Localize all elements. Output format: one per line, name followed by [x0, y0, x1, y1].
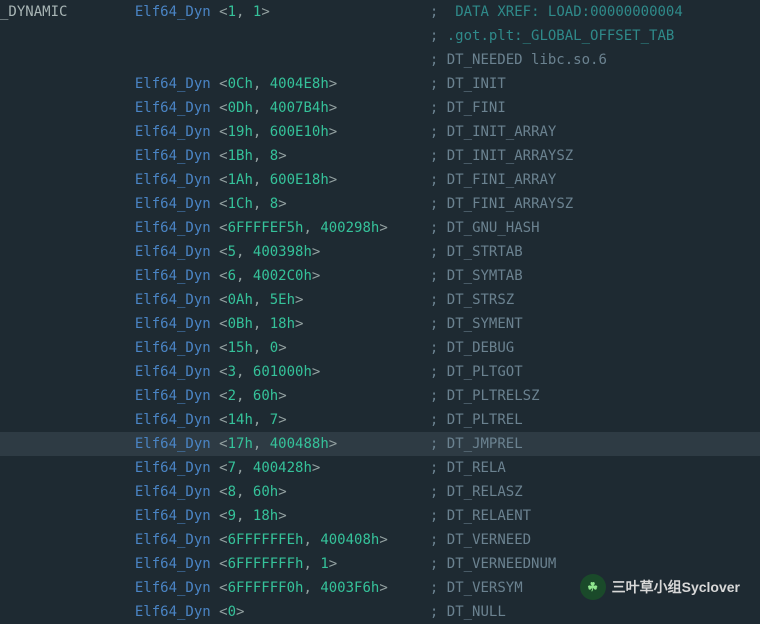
code-line[interactable]: Elf64_Dyn <0Bh, 18h> ; DT_SYMENT: [0, 312, 760, 336]
code-line[interactable]: Elf64_Dyn <6, 4002C0h> ; DT_SYMTAB: [0, 264, 760, 288]
code-line[interactable]: Elf64_Dyn <6FFFFEF5h, 400298h> ; DT_GNU_…: [0, 216, 760, 240]
code-line[interactable]: Elf64_Dyn <14h, 7> ; DT_PLTREL: [0, 408, 760, 432]
code-line[interactable]: Elf64_Dyn <1Ah, 600E18h> ; DT_FINI_ARRAY: [0, 168, 760, 192]
code-lines: _DYNAMIC Elf64_Dyn <1, 1> ; DATA XREF: L…: [0, 0, 760, 624]
code-line[interactable]: Elf64_Dyn <6FFFFFF0h, 4003F6h> ; DT_VERS…: [0, 576, 760, 600]
code-line[interactable]: ; DT_NEEDED libc.so.6: [0, 48, 760, 72]
code-line[interactable]: Elf64_Dyn <9, 18h> ; DT_RELAENT: [0, 504, 760, 528]
code-line[interactable]: Elf64_Dyn <8, 60h> ; DT_RELASZ: [0, 480, 760, 504]
code-line[interactable]: Elf64_Dyn <17h, 400488h> ; DT_JMPREL: [0, 432, 760, 456]
code-line[interactable]: Elf64_Dyn <0Ch, 4004E8h> ; DT_INIT: [0, 72, 760, 96]
code-line[interactable]: Elf64_Dyn <2, 60h> ; DT_PLTRELSZ: [0, 384, 760, 408]
code-line[interactable]: Elf64_Dyn <15h, 0> ; DT_DEBUG: [0, 336, 760, 360]
code-line[interactable]: Elf64_Dyn <6FFFFFFEh, 400408h> ; DT_VERN…: [0, 528, 760, 552]
code-line[interactable]: Elf64_Dyn <0Dh, 4007B4h> ; DT_FINI: [0, 96, 760, 120]
code-line[interactable]: Elf64_Dyn <19h, 600E10h> ; DT_INIT_ARRAY: [0, 120, 760, 144]
code-line[interactable]: Elf64_Dyn <6FFFFFFFh, 1> ; DT_VERNEEDNUM: [0, 552, 760, 576]
code-line[interactable]: Elf64_Dyn <0Ah, 5Eh> ; DT_STRSZ: [0, 288, 760, 312]
code-line[interactable]: Elf64_Dyn <1Bh, 8> ; DT_INIT_ARRAYSZ: [0, 144, 760, 168]
disassembly-view[interactable]: { "label": "_DYNAMIC", "type": "Elf64_Dy…: [0, 0, 760, 624]
code-line[interactable]: Elf64_Dyn <5, 400398h> ; DT_STRTAB: [0, 240, 760, 264]
code-line[interactable]: Elf64_Dyn <3, 601000h> ; DT_PLTGOT: [0, 360, 760, 384]
code-line[interactable]: _DYNAMIC Elf64_Dyn <1, 1> ; DATA XREF: L…: [0, 0, 760, 24]
code-line[interactable]: ; .got.plt:_GLOBAL_OFFSET_TAB: [0, 24, 760, 48]
code-line[interactable]: Elf64_Dyn <1Ch, 8> ; DT_FINI_ARRAYSZ: [0, 192, 760, 216]
code-line[interactable]: Elf64_Dyn <0> ; DT_NULL: [0, 600, 760, 624]
code-line[interactable]: Elf64_Dyn <7, 400428h> ; DT_RELA: [0, 456, 760, 480]
